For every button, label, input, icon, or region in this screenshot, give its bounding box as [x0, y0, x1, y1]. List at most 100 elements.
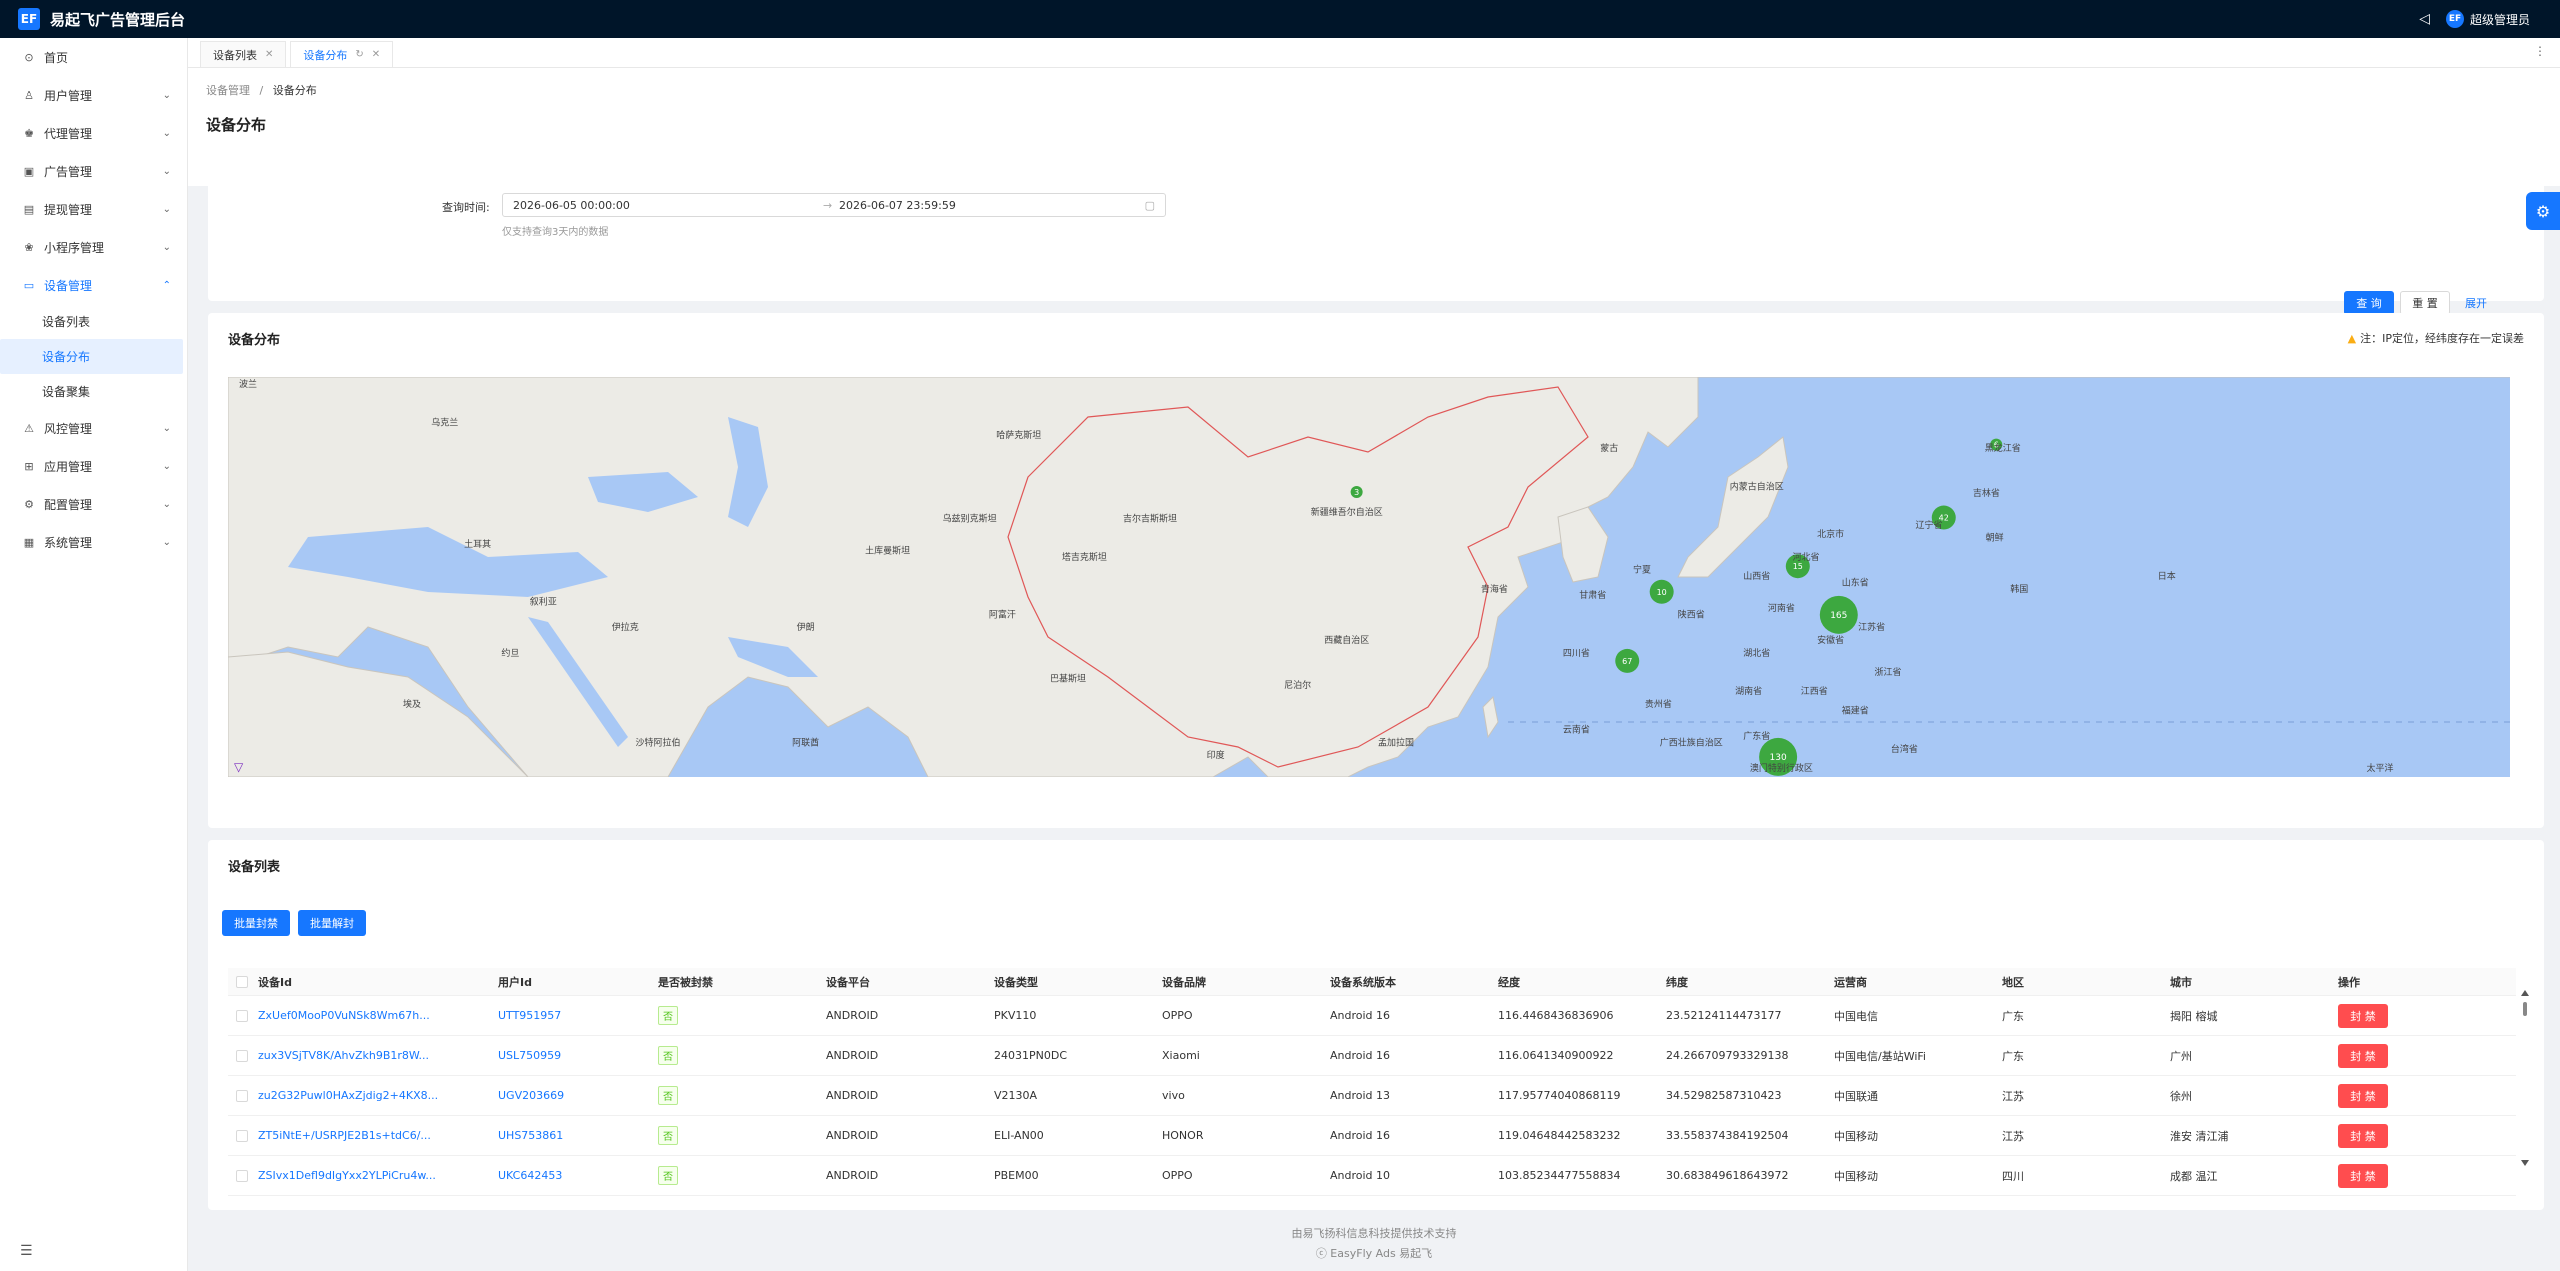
scroll-thumb[interactable] — [2523, 1002, 2527, 1016]
city-value: 广州 — [2170, 1049, 2192, 1063]
cell-device-id[interactable]: ZxUef0MooP0VuNSk8Wm67h... — [250, 1009, 490, 1022]
table-row[interactable]: ZxUef0MooP0VuNSk8Wm67h... UTT951957 否 ANDRO… — [228, 996, 2516, 1036]
sidebar-item-config[interactable]: ⚙ 配置管理 ⌄ — [0, 485, 187, 523]
sidebar-item-withdraw[interactable]: ▤ 提现管理 ⌄ — [0, 190, 187, 228]
sidebar-item-home[interactable]: ⊙ 首页 — [0, 38, 187, 76]
date-range-picker[interactable]: 2026-06-05 00:00:00 → 2026-06-07 23:59:5… — [502, 193, 1166, 217]
close-icon[interactable]: ✕ — [372, 49, 380, 60]
action-value[interactable]: 封 禁 — [2338, 1123, 2388, 1148]
table-scrollbar[interactable] — [2520, 990, 2530, 1170]
sidebar-subitem-device-cluster[interactable]: 设备聚集 — [0, 374, 187, 409]
bell-icon[interactable]: ◁ — [2419, 11, 2430, 27]
settings-gear-icon[interactable]: ⚙ — [2526, 192, 2560, 230]
sidebar-item-label: 提现管理 — [44, 202, 93, 217]
user-id-value[interactable]: USL750959 — [498, 1049, 561, 1062]
row-checkbox[interactable] — [228, 1129, 250, 1142]
brand-value: OPPO — [1162, 1169, 1193, 1182]
close-icon[interactable]: ✕ — [265, 49, 273, 60]
row-checkbox[interactable] — [228, 1009, 250, 1022]
device-cluster-marker[interactable]: 3 — [1350, 485, 1363, 498]
sidebar-item-risk[interactable]: ⚠ 风控管理 ⌄ — [0, 409, 187, 447]
tab-device-list[interactable]: 设备列表 ✕ — [200, 41, 287, 67]
breadcrumb-parent[interactable]: 设备管理 — [206, 84, 250, 97]
cell-device-id[interactable]: zu2G32Puwl0HAxZjdig2+4KX8... — [250, 1089, 490, 1102]
cell-action[interactable]: 封 禁 — [2330, 1043, 2420, 1068]
map-place-label: 广西壮族自治区 — [1660, 736, 1723, 748]
expand-link[interactable]: 展开 — [2456, 291, 2496, 315]
cell-user-id[interactable]: UKC642453 — [490, 1169, 650, 1182]
cell-user-id[interactable]: UGV203669 — [490, 1089, 650, 1102]
device-cluster-marker[interactable]: 10 — [1649, 579, 1674, 604]
map-place-label: 西藏自治区 — [1324, 634, 1369, 646]
cell-platform: ANDROID — [818, 1009, 986, 1022]
sidebar-item-users[interactable]: ♙ 用户管理 ⌄ — [0, 76, 187, 114]
cell-user-id[interactable]: USL750959 — [490, 1049, 650, 1062]
device-map[interactable]: 3 6 42 15 10 165 67 130 新疆维吾尔自治区 西藏自治区 青海省 甘肃省 四川省内… — [228, 377, 2510, 777]
table-row[interactable]: zux3VSjTV8K/AhvZkh9B1r8W... USL750959 否 AND… — [228, 1036, 2516, 1076]
cell-user-id[interactable]: UHS753861 — [490, 1129, 650, 1142]
action-value[interactable]: 封 禁 — [2338, 1163, 2388, 1188]
more-icon[interactable]: ⋮ — [2534, 44, 2546, 58]
device-id-value[interactable]: ZSIvx1Defl9dIgYxx2YLPiCru4w... — [258, 1169, 436, 1182]
cell-brand: Xiaomi — [1154, 1049, 1322, 1062]
scroll-down-icon[interactable] — [2521, 1160, 2529, 1166]
batch-unban-button[interactable]: 批量解封 — [298, 910, 366, 936]
cell-lat: 24.266709793329138 — [1658, 1049, 1826, 1062]
action-value[interactable]: 封 禁 — [2338, 1083, 2388, 1108]
table-row[interactable]: ZSIvx1Defl9dIgYxx2YLPiCru4w... UKC642453 否… — [228, 1156, 2516, 1196]
app-title[interactable]: 易起飞广告管理后台 — [50, 9, 185, 30]
cell-action[interactable]: 封 禁 — [2330, 1123, 2420, 1148]
cell-action[interactable]: 封 禁 — [2330, 1083, 2420, 1108]
cell-device-id[interactable]: zux3VSjTV8K/AhvZkh9B1r8W... — [250, 1049, 490, 1062]
app-logo[interactable]: EF — [18, 8, 40, 30]
sidebar-subitem-device-list[interactable]: 设备列表 — [0, 304, 187, 339]
device-id-value[interactable]: ZxUef0MooP0VuNSk8Wm67h... — [258, 1009, 430, 1022]
map-place-label: 湖北省 — [1743, 647, 1770, 659]
user-menu[interactable]: EF 超级管理员 — [2445, 10, 2530, 28]
map-place-label: 沙特阿拉伯 — [635, 736, 680, 748]
sidebar-item-apps[interactable]: ⊞ 应用管理 ⌄ — [0, 447, 187, 485]
sidebar-item-devices[interactable]: ▭ 设备管理 ⌃ — [0, 266, 187, 304]
refresh-icon[interactable]: ↻ — [355, 49, 363, 60]
type-value: V2130A — [994, 1089, 1038, 1102]
device-id-value[interactable]: zu2G32Puwl0HAxZjdig2+4KX8... — [258, 1089, 438, 1102]
sidebar-subitem-device-distribution[interactable]: 设备分布 — [0, 339, 183, 374]
end-date-input[interactable]: 2026-06-07 23:59:59 — [839, 199, 956, 212]
collapse-menu-icon[interactable]: ☰ — [20, 1243, 33, 1259]
row-checkbox[interactable] — [228, 1169, 250, 1182]
device-cluster-marker[interactable]: 165 — [1819, 595, 1858, 634]
scroll-up-icon[interactable] — [2521, 990, 2529, 996]
row-checkbox[interactable] — [228, 1049, 250, 1062]
tab-device-distribution[interactable]: 设备分布 ↻ ✕ — [290, 41, 394, 67]
cell-device-id[interactable]: ZT5iNtE+/USRPJE2B1s+tdC6/... — [250, 1129, 490, 1142]
sidebar-item-system[interactable]: ▦ 系统管理 ⌄ — [0, 523, 187, 561]
device-id-value[interactable]: zux3VSjTV8K/AhvZkh9B1r8W... — [258, 1049, 429, 1062]
table-row[interactable]: zu2G32Puwl0HAxZjdig2+4KX8... UGV203669 否 AN… — [228, 1076, 2516, 1116]
start-date-input[interactable]: 2026-06-05 00:00:00 — [513, 199, 630, 212]
table-row[interactable]: ZT5iNtE+/USRPJE2B1s+tdC6/... UHS753861 否 AN… — [228, 1116, 2516, 1156]
device-id-value[interactable]: ZT5iNtE+/USRPJE2B1s+tdC6/... — [258, 1129, 431, 1142]
sidebar-item-label: 小程序管理 — [44, 240, 105, 255]
user-id-value[interactable]: UTT951957 — [498, 1009, 561, 1022]
cell-device-id[interactable]: ZSIvx1Defl9dIgYxx2YLPiCru4w... — [250, 1169, 490, 1182]
select-all-checkbox[interactable] — [228, 975, 250, 988]
user-id-value[interactable]: UHS753861 — [498, 1129, 563, 1142]
warning-icon: ▲ — [2347, 332, 2357, 345]
cell-action[interactable]: 封 禁 — [2330, 1003, 2420, 1028]
sidebar-item-ads[interactable]: ▣ 广告管理 ⌄ — [0, 152, 187, 190]
sidebar-item-miniapp[interactable]: ❀ 小程序管理 ⌄ — [0, 228, 187, 266]
batch-ban-button[interactable]: 批量封禁 — [222, 910, 290, 936]
map-place-label: 河南省 — [1768, 602, 1795, 614]
user-id-value[interactable]: UGV203669 — [498, 1089, 564, 1102]
cell-action[interactable]: 封 禁 — [2330, 1163, 2420, 1188]
search-button[interactable]: 查 询 — [2344, 291, 2394, 315]
sidebar-item-agents[interactable]: ♚ 代理管理 ⌄ — [0, 114, 187, 152]
top-bar: EF 易起飞广告管理后台 ◁ EF 超级管理员 — [0, 0, 2560, 38]
device-cluster-marker[interactable]: 67 — [1615, 648, 1640, 673]
cell-user-id[interactable]: UTT951957 — [490, 1009, 650, 1022]
action-value[interactable]: 封 禁 — [2338, 1003, 2388, 1028]
user-id-value[interactable]: UKC642453 — [498, 1169, 562, 1182]
reset-button[interactable]: 重 置 — [2400, 291, 2450, 315]
row-checkbox[interactable] — [228, 1089, 250, 1102]
action-value[interactable]: 封 禁 — [2338, 1043, 2388, 1068]
